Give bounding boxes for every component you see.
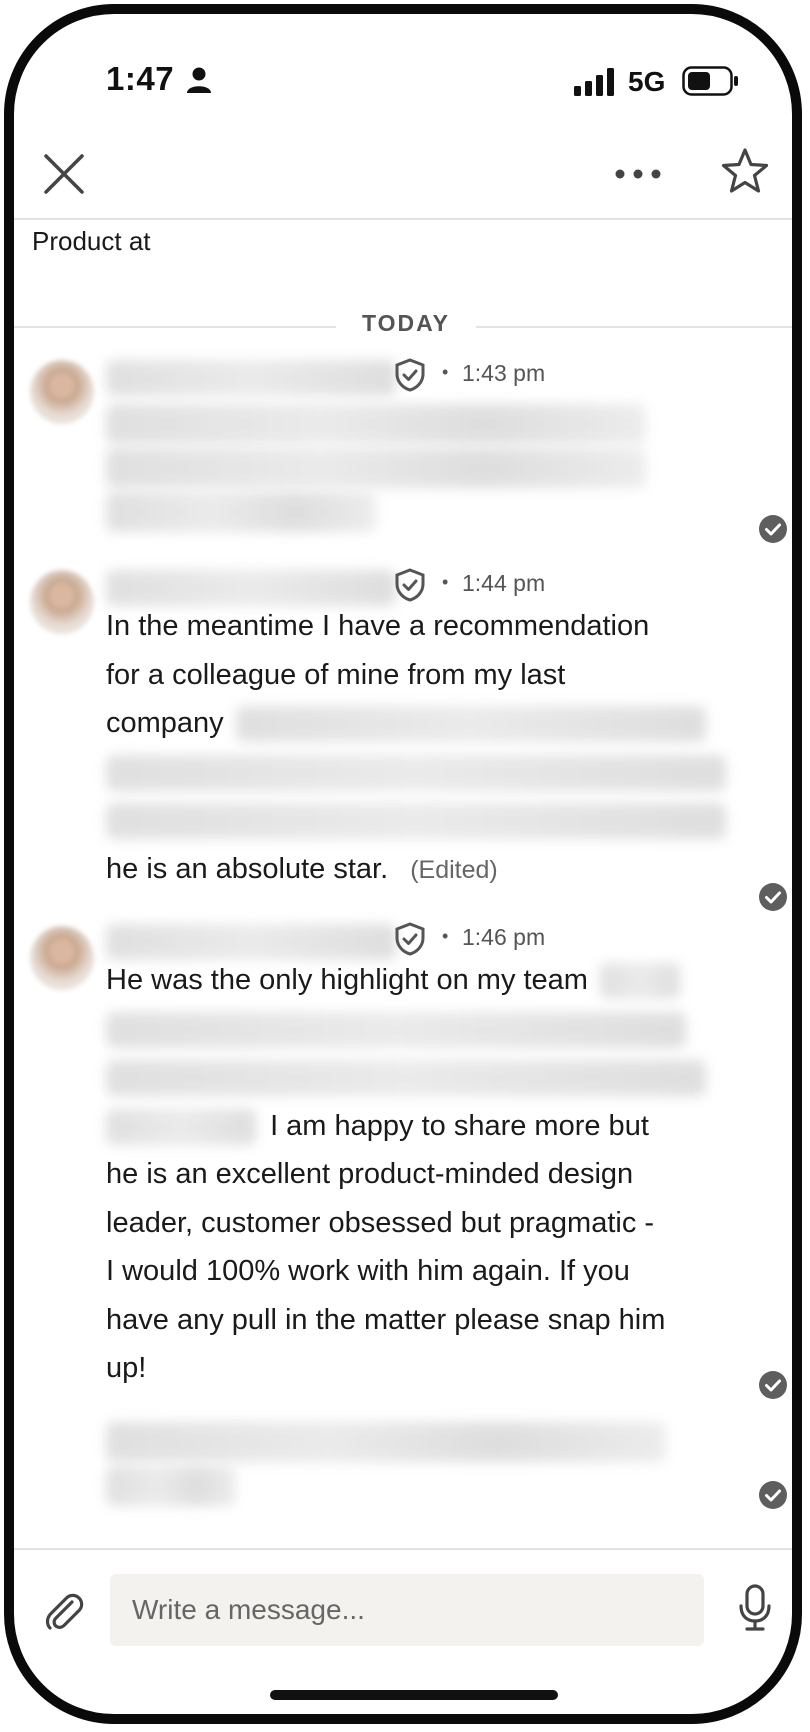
redacted-text bbox=[600, 963, 681, 1000]
message-line bbox=[106, 748, 746, 797]
date-label: TODAY bbox=[362, 310, 450, 336]
redacted-text bbox=[106, 754, 726, 791]
redacted-text bbox=[106, 1011, 686, 1048]
status-time: 1:47 bbox=[106, 60, 175, 97]
message-body: In the meantime I have a recommendation … bbox=[106, 602, 746, 894]
signal-icon bbox=[574, 68, 614, 96]
more-icon[interactable] bbox=[614, 164, 662, 184]
person-icon bbox=[187, 67, 211, 93]
redacted-text bbox=[106, 1108, 256, 1145]
message-line: In the meantime I have a recommendation bbox=[106, 610, 650, 642]
message-line bbox=[106, 796, 746, 845]
redacted-text bbox=[106, 492, 376, 532]
redacted-text bbox=[106, 404, 646, 444]
message-line: for a colleague of mine from my last bbox=[106, 658, 566, 691]
check-circle-icon bbox=[759, 515, 787, 543]
message-line: he is an absolute star. (Edited) bbox=[106, 845, 746, 895]
message-text: company bbox=[106, 707, 224, 739]
message-time: 1:43 pm bbox=[462, 360, 546, 386]
separator-dot: • bbox=[442, 362, 449, 382]
message-line bbox=[106, 1005, 746, 1054]
redacted-text bbox=[106, 1466, 236, 1506]
message-line: He was the only highlight on my team bbox=[106, 956, 746, 1005]
check-circle-icon bbox=[759, 1371, 787, 1399]
redacted-text bbox=[106, 1422, 666, 1462]
battery-icon bbox=[682, 66, 738, 96]
divider-line bbox=[476, 326, 792, 328]
message-time: 1:46 pm bbox=[462, 924, 546, 950]
avatar[interactable] bbox=[30, 570, 94, 634]
message-line: company bbox=[106, 699, 746, 748]
message-composer bbox=[14, 1548, 792, 1658]
avatar[interactable] bbox=[30, 926, 94, 990]
message-line: leader, customer obsessed but pragmatic … bbox=[106, 1206, 655, 1239]
message-line: have any pull in the matter please snap … bbox=[106, 1303, 666, 1336]
message-input[interactable] bbox=[110, 1574, 704, 1646]
redacted-text bbox=[106, 1060, 706, 1097]
home-indicator[interactable] bbox=[270, 1690, 558, 1700]
sender-name-redacted[interactable] bbox=[106, 570, 396, 606]
network-label: 5G bbox=[628, 66, 666, 97]
sender-name-redacted[interactable] bbox=[106, 360, 396, 396]
message-line: he is an excellent product-minded design bbox=[106, 1158, 634, 1190]
divider-line bbox=[14, 326, 336, 328]
redacted-text bbox=[106, 448, 646, 488]
avatar[interactable] bbox=[30, 360, 94, 424]
phone-frame: 1:47 5G Product at TODAY • 1:43 pm • 1:4… bbox=[4, 4, 802, 1724]
message-body bbox=[106, 400, 746, 536]
shield-check-icon bbox=[395, 568, 425, 602]
message-line: I am happy to share more but bbox=[106, 1102, 746, 1151]
check-circle-icon bbox=[759, 883, 787, 911]
close-icon[interactable] bbox=[42, 152, 86, 196]
message-time: 1:44 pm bbox=[462, 570, 546, 596]
paperclip-icon[interactable] bbox=[42, 1590, 86, 1634]
shield-check-icon bbox=[395, 358, 425, 392]
star-icon[interactable] bbox=[720, 146, 770, 196]
message-body: He was the only highlight on my team I a… bbox=[106, 956, 746, 1393]
redacted-text bbox=[235, 706, 706, 743]
sender-name-redacted[interactable] bbox=[106, 924, 396, 960]
shield-check-icon bbox=[395, 922, 425, 956]
separator-dot: • bbox=[442, 572, 449, 592]
redacted-text bbox=[106, 803, 726, 840]
status-bar: 1:47 5G bbox=[14, 14, 792, 124]
message-text: I am happy to share more but bbox=[270, 1109, 649, 1142]
date-divider: TODAY bbox=[14, 310, 792, 344]
microphone-icon[interactable] bbox=[738, 1584, 772, 1632]
message-line bbox=[106, 1053, 746, 1102]
conversation-header bbox=[14, 124, 792, 220]
message-text: He was the only highlight on my team bbox=[106, 964, 588, 996]
message-body bbox=[106, 1418, 746, 1510]
message-line: up! bbox=[106, 1352, 147, 1384]
message-line: I would 100% work with him again. If you bbox=[106, 1255, 630, 1287]
edited-label: (Edited) bbox=[410, 855, 498, 884]
check-circle-icon bbox=[759, 1481, 787, 1509]
separator-dot: • bbox=[442, 926, 449, 946]
message-text: he is an absolute star. bbox=[106, 852, 389, 885]
conversation-subtitle: Product at bbox=[32, 226, 151, 256]
